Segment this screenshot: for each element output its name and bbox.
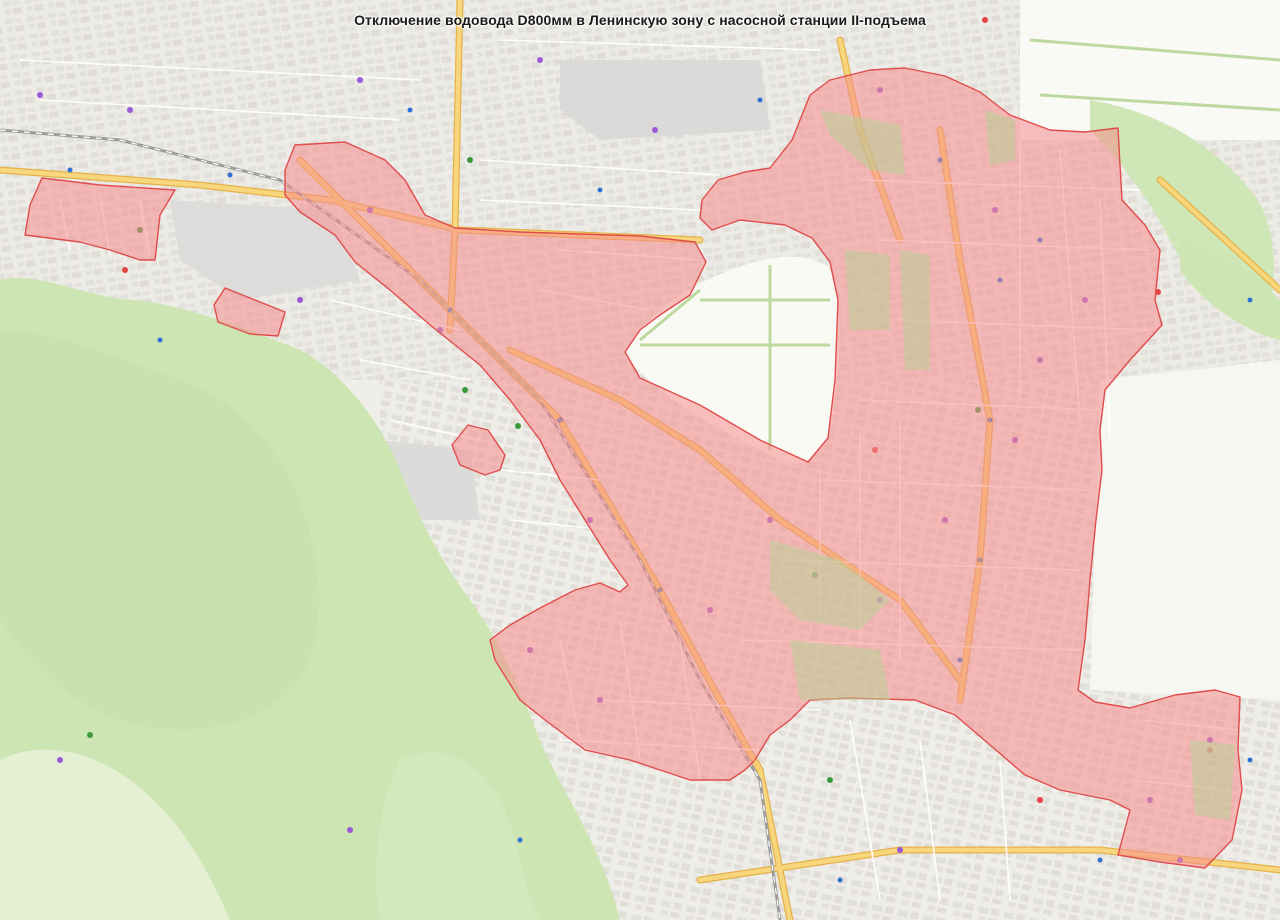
map-view[interactable]: Отключение водовода D800мм в Ленинскую з… [0,0,1280,920]
map-canvas[interactable] [0,0,1280,920]
field-east [1090,360,1280,700]
industrial-area-north [560,60,770,140]
map-title: Отключение водовода D800мм в Ленинскую з… [354,12,926,28]
